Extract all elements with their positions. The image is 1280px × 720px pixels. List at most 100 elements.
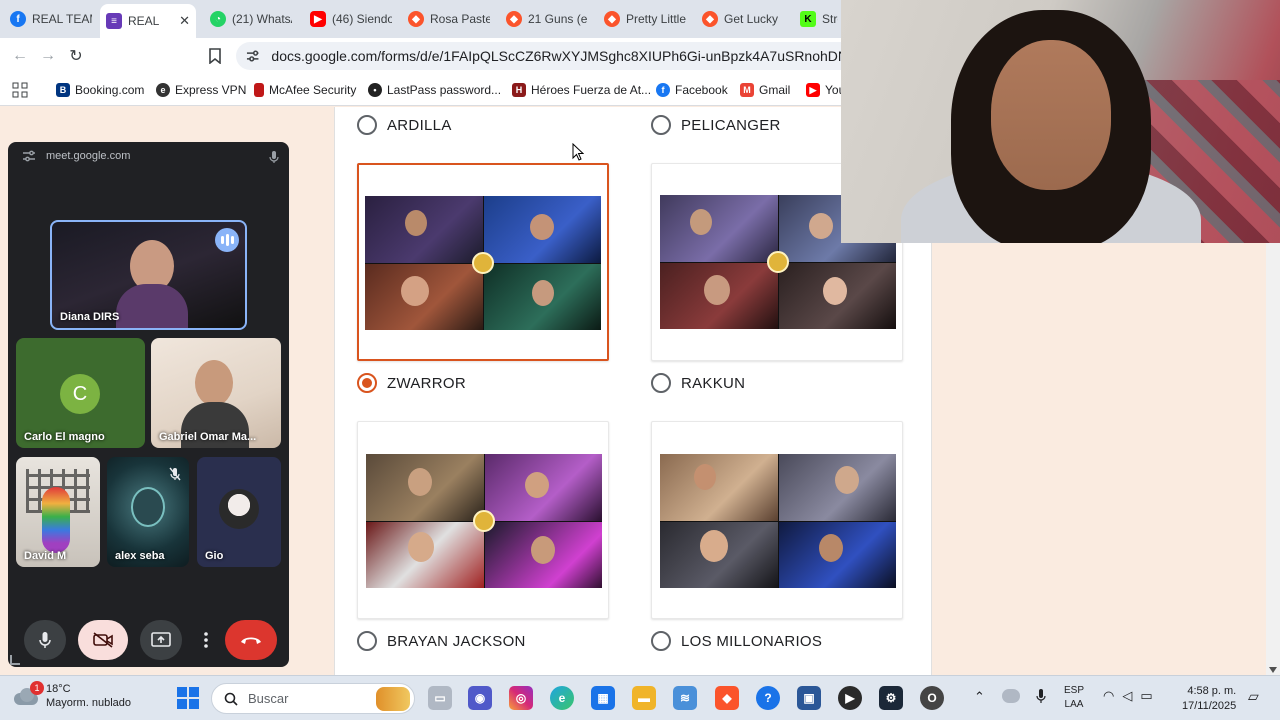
meet-pip-window[interactable]: meet.google.com Diana DIRS C Carlo El ma… — [8, 142, 289, 667]
bookmark-mcafee[interactable]: McAfee Security — [254, 80, 356, 100]
more-options-button[interactable] — [194, 620, 218, 660]
teams-app-button[interactable]: ◉ — [468, 686, 492, 710]
participant-video — [195, 360, 233, 406]
tab-pretty-little[interactable]: ◆ Pretty Little — [598, 4, 694, 34]
tool-app-button[interactable]: ≋ — [673, 686, 697, 710]
option-image-brayan-jackson[interactable] — [357, 421, 609, 619]
microphone-icon — [1036, 689, 1046, 703]
site-settings-icon[interactable] — [22, 150, 36, 162]
bookmark-icon — [209, 48, 221, 64]
radio-brayan-jackson[interactable] — [357, 631, 377, 651]
resize-handle-icon[interactable] — [10, 655, 20, 665]
whatsapp-icon: ◔ — [210, 11, 226, 27]
reload-button[interactable]: ↻ — [64, 44, 88, 68]
apps-button[interactable] — [12, 80, 28, 100]
muted-microphone-icon — [169, 467, 181, 481]
present-screen-button[interactable] — [140, 620, 182, 660]
brave-browser-button[interactable]: ◆ — [715, 686, 739, 710]
brave-shield-icon: ◆ — [506, 11, 522, 27]
camera-off-button[interactable] — [78, 620, 128, 660]
tab-rosa-pastel[interactable]: ◆ Rosa Pastel — [402, 4, 496, 34]
help-app-button[interactable]: ? — [756, 686, 780, 710]
radio-pelicanger[interactable] — [651, 115, 671, 135]
option-rakkun[interactable]: RAKKUN — [651, 373, 745, 393]
notifications-button[interactable]: ▱ — [1248, 688, 1259, 705]
brave-shield-icon: ◆ — [604, 11, 620, 27]
radio-ardilla[interactable] — [357, 115, 377, 135]
wifi-icon: ◠ — [1103, 688, 1115, 703]
file-explorer-button[interactable]: ▬ — [632, 686, 656, 710]
bookmark-gmail[interactable]: M Gmail — [740, 80, 790, 100]
forward-button[interactable]: → — [36, 44, 60, 68]
gmail-icon: M — [740, 83, 754, 97]
taskbar-search-box[interactable]: Buscar — [211, 683, 415, 714]
opera-gx-button[interactable]: O — [920, 686, 944, 710]
participant-avatar-image — [131, 487, 165, 527]
back-button[interactable]: ← — [8, 44, 32, 68]
instagram-app-button[interactable]: ◎ — [509, 686, 533, 710]
option-los-millonarios[interactable]: LOS MILLONARIOS — [651, 631, 822, 651]
show-hidden-icons-button[interactable]: ⌃ — [974, 689, 985, 705]
volume-icon: ◁ — [1122, 688, 1133, 703]
tab-real-forms[interactable]: ≡ REAL ✕ — [100, 4, 196, 38]
url-text: docs.google.com/forms/d/e/1FAIpQLScCZ6Rw… — [271, 48, 856, 64]
outlook-app-button[interactable]: ▣ — [797, 686, 821, 710]
search-highlight-icon — [376, 687, 410, 711]
site-settings-icon[interactable] — [246, 49, 259, 63]
participant-tile-gabriel[interactable]: Gabriel Omar Ma... — [151, 338, 281, 448]
leave-call-button[interactable] — [225, 620, 277, 660]
crown-icon — [473, 510, 495, 532]
system-tray-quick-settings[interactable]: ◠ ◁ ▭ — [1103, 688, 1153, 704]
store-app-button[interactable]: ▦ — [591, 686, 615, 710]
microphone-button[interactable] — [24, 620, 66, 660]
participant-tile-gio[interactable]: Gio — [197, 457, 281, 567]
instagram-icon: ◎ — [515, 691, 527, 705]
onedrive-icon[interactable] — [1002, 689, 1020, 703]
clock[interactable]: 4:58 p. m. 17/11/2025 — [1182, 684, 1236, 714]
mic-tray-button[interactable] — [1036, 688, 1046, 709]
bookmark-youtube[interactable]: ▶ You — [806, 80, 845, 100]
tab-whatsapp[interactable]: ◔ (21) WhatsApp — [204, 4, 298, 34]
language-indicator[interactable]: ESP LAA — [1064, 684, 1084, 712]
tab-21-guns[interactable]: ◆ 21 Guns (e — [500, 4, 594, 34]
option-image-zwarror[interactable] — [357, 163, 609, 361]
webcam-overlay — [841, 0, 1280, 243]
radio-rakkun[interactable] — [651, 373, 671, 393]
edge-browser-button[interactable]: e — [550, 686, 574, 710]
heroes-icon: H — [512, 83, 526, 97]
option-zwarror[interactable]: ZWARROR — [357, 373, 466, 393]
more-vert-icon — [204, 632, 208, 648]
option-pelicanger[interactable]: PELICANGER — [651, 115, 781, 135]
tab-get-lucky[interactable]: ◆ Get Lucky — [696, 4, 792, 34]
windows-taskbar: 1 18°C Mayorm. nublado Buscar ▭ ◉ ◎ e ▦ … — [0, 675, 1280, 720]
apps-grid-icon — [12, 82, 28, 98]
windows-start-button[interactable] — [176, 686, 200, 710]
option-ardilla[interactable]: ARDILLA — [357, 115, 452, 135]
option-brayan-jackson[interactable]: BRAYAN JACKSON — [357, 631, 526, 651]
media-player-button[interactable]: ▶ — [838, 686, 862, 710]
steam-app-button[interactable]: ⚙ — [879, 686, 903, 710]
close-tab-icon[interactable]: ✕ — [179, 13, 190, 29]
bookmark-expressvpn[interactable]: e Express VPN — [156, 80, 246, 100]
radio-los-millonarios[interactable] — [651, 631, 671, 651]
participant-tile-alex[interactable]: alex seba — [107, 457, 189, 567]
option-image-los-millonarios[interactable] — [651, 421, 903, 619]
tab-kick[interactable]: K Stre — [794, 4, 844, 34]
bookmark-page-button[interactable] — [203, 44, 227, 68]
tab-youtube[interactable]: ▶ (46) Siendo — [304, 4, 398, 34]
store-icon: ▦ — [597, 691, 609, 705]
forms-icon: ≡ — [106, 13, 122, 29]
radio-zwarror-selected[interactable] — [357, 373, 377, 393]
tab-real-team[interactable]: f REAL TEAM — [4, 4, 98, 34]
scroll-down-arrow-icon[interactable] — [1269, 667, 1277, 673]
participant-tile-diana[interactable]: Diana DIRS — [50, 220, 247, 330]
bookmark-heroes[interactable]: H Héroes Fuerza de At... — [512, 80, 651, 100]
bookmark-lastpass[interactable]: • LastPass password... — [368, 80, 501, 100]
participant-tile-carlo[interactable]: C Carlo El magno — [16, 338, 145, 448]
task-view-button[interactable]: ▭ — [428, 686, 452, 710]
address-bar[interactable]: docs.google.com/forms/d/e/1FAIpQLScCZ6Rw… — [236, 42, 856, 70]
weather-widget[interactable]: 1 18°C Mayorm. nublado — [12, 681, 131, 710]
bookmark-booking[interactable]: B Booking.com — [56, 80, 144, 100]
participant-tile-david[interactable]: David M — [16, 457, 100, 567]
bookmark-facebook[interactable]: f Facebook — [656, 80, 728, 100]
